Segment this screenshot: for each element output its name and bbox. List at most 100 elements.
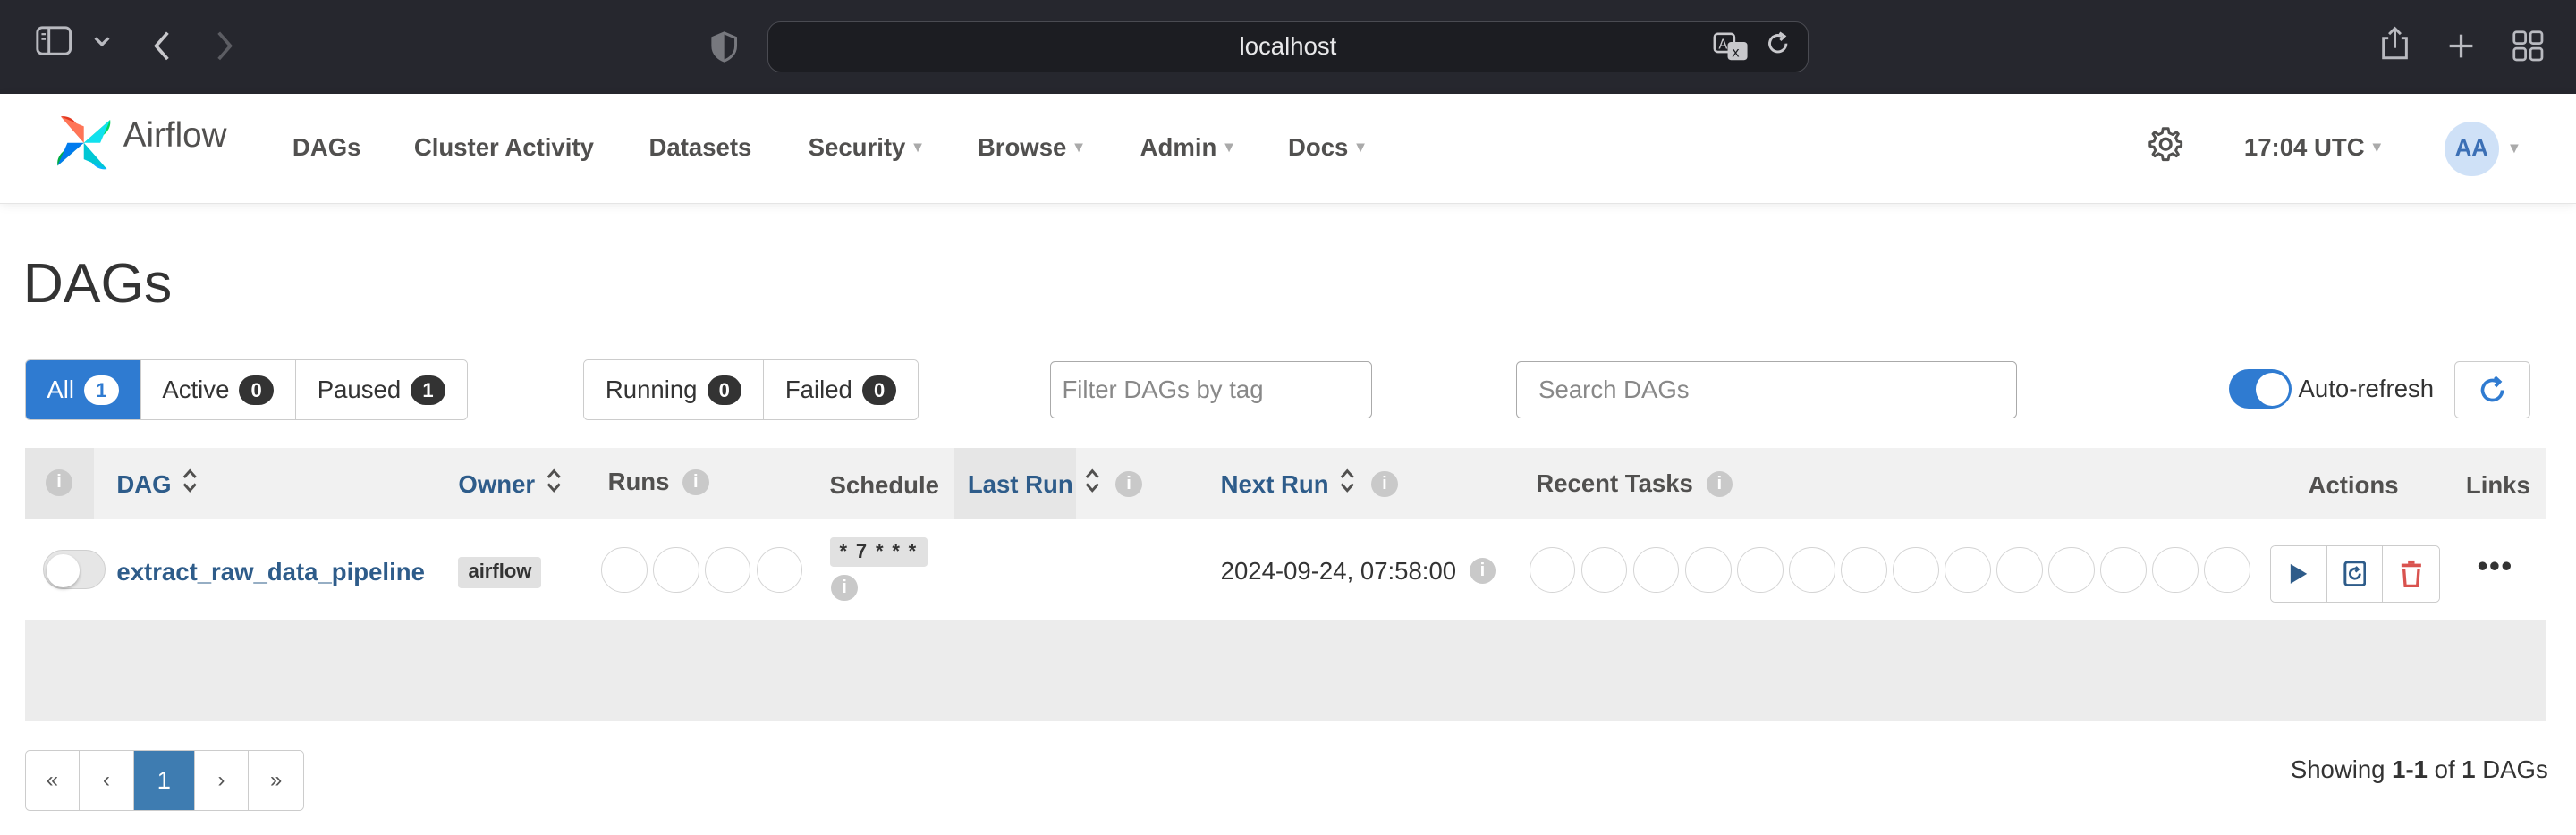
pagination: « ‹ 1 › » [24, 750, 304, 812]
chevron-down-icon[interactable] [92, 33, 112, 49]
page-prev-button[interactable]: ‹ [80, 751, 134, 811]
nav-cluster-activity[interactable]: Cluster Activity [414, 133, 594, 162]
info-icon[interactable]: i [682, 468, 709, 496]
task-status-circle[interactable] [1841, 546, 1887, 594]
trash-icon [2401, 561, 2421, 588]
refresh-file-icon [2343, 561, 2366, 587]
trigger-dag-button[interactable] [2271, 545, 2327, 603]
sort-icon [182, 468, 198, 500]
filter-paused-button[interactable]: Paused 1 [295, 360, 467, 420]
task-status-circle[interactable] [2204, 546, 2250, 594]
task-status-circle[interactable] [1996, 546, 2043, 594]
back-arrow-icon[interactable] [151, 30, 171, 63]
new-tab-icon[interactable] [2446, 31, 2476, 61]
filter-failed-button[interactable]: Failed 0 [763, 360, 919, 420]
header-owner[interactable]: Owner [458, 468, 561, 500]
avatar[interactable]: AA [2445, 121, 2499, 176]
header-next-run[interactable]: Next Run i [1221, 468, 1398, 500]
task-status-circle[interactable] [1633, 546, 1680, 594]
sidebar-toggle-icon[interactable] [36, 26, 72, 56]
sort-icon [1085, 468, 1100, 500]
page-title: DAGs [22, 252, 173, 315]
play-icon [2290, 563, 2308, 584]
caret-down-icon: ▼ [1071, 139, 1087, 156]
page-last-button[interactable]: » [249, 751, 303, 811]
owner-tag[interactable]: airflow [458, 556, 542, 588]
caret-down-icon: ▼ [1352, 139, 1368, 156]
forward-arrow-icon[interactable] [216, 30, 235, 63]
filter-running-button[interactable]: Running 0 [584, 360, 764, 420]
share-icon[interactable] [2380, 25, 2410, 61]
header-last-run[interactable]: Last Run i [968, 468, 1142, 500]
status-filter-group: All 1 Active 0 Paused 1 [24, 359, 468, 421]
tag-filter-input[interactable] [1049, 361, 1372, 419]
info-icon[interactable]: i [1371, 470, 1398, 498]
address-bar[interactable]: localhost Ax [767, 21, 1809, 72]
reload-icon[interactable] [1765, 30, 1791, 63]
autorefresh-toggle[interactable] [2229, 369, 2292, 409]
task-status-circle[interactable] [1529, 546, 1576, 594]
more-links-icon[interactable]: ••• [2478, 550, 2513, 584]
run-status-circle[interactable] [704, 546, 751, 594]
page-next-button[interactable]: › [194, 751, 250, 811]
actions-group [2270, 544, 2440, 603]
page-current-button[interactable]: 1 [133, 751, 195, 811]
dag-pause-toggle[interactable] [42, 550, 106, 590]
task-status-circle[interactable] [1893, 546, 1939, 594]
refresh-icon [2480, 375, 2504, 401]
search-dags-input[interactable] [1516, 361, 2018, 419]
run-status-circle[interactable] [601, 546, 648, 594]
nav-docs[interactable]: Docs ▼ [1288, 133, 1368, 162]
gear-icon[interactable] [2148, 126, 2183, 169]
info-icon[interactable]: i [1115, 470, 1142, 498]
url-text: localhost [1239, 32, 1337, 61]
next-run-value: 2024-09-24, 07:58:00 i [1221, 557, 1496, 586]
nav-admin[interactable]: Admin ▼ [1140, 133, 1237, 162]
task-status-circle[interactable] [1685, 546, 1732, 594]
nav-security[interactable]: Security ▼ [809, 133, 926, 162]
caret-down-icon: ▼ [910, 139, 926, 156]
translate-icon[interactable]: Ax [1713, 32, 1749, 68]
page-first-button[interactable]: « [25, 751, 80, 811]
schedule-badge[interactable]: * 7 * * * [829, 536, 928, 567]
filter-all-button[interactable]: All 1 [25, 360, 141, 420]
task-status-circle[interactable] [1737, 546, 1784, 594]
dags-table: i DAG Owner Runs i Schedule Last Run i Nex… [24, 448, 2546, 721]
airflow-logo[interactable]: Airflow [51, 110, 227, 175]
utc-clock[interactable]: 17:04 UTC ▼ [2244, 133, 2385, 162]
task-status-circle[interactable] [2152, 546, 2199, 594]
refresh-dag-button[interactable] [2326, 545, 2384, 603]
task-status-circle[interactable] [1945, 546, 1991, 594]
filter-active-button[interactable]: Active 0 [140, 360, 296, 420]
task-status-circle[interactable] [2100, 546, 2147, 594]
info-icon[interactable]: i [1469, 557, 1496, 585]
dag-name-link[interactable]: extract_raw_data_pipeline [116, 558, 425, 586]
run-status-circle[interactable] [653, 546, 699, 594]
nav-browse[interactable]: Browse ▼ [978, 133, 1086, 162]
run-status-circle[interactable] [756, 546, 803, 594]
refresh-button[interactable] [2454, 361, 2530, 419]
header-dag[interactable]: DAG [116, 468, 198, 500]
count-badge: 0 [707, 375, 742, 405]
delete-dag-button[interactable] [2383, 545, 2439, 603]
caret-down-icon: ▼ [2369, 139, 2385, 156]
svg-text:x: x [1732, 45, 1740, 60]
count-badge: 0 [239, 375, 274, 405]
caret-down-icon[interactable]: ▼ [2507, 139, 2521, 157]
tab-overview-icon[interactable] [2512, 30, 2545, 63]
header-links: Links [2465, 471, 2530, 500]
nav-datasets[interactable]: Datasets [648, 133, 751, 162]
showing-count: Showing 1-1 of 1 DAGs [2290, 755, 2548, 783]
privacy-shield-icon[interactable] [711, 31, 738, 63]
brand-text: Airflow [123, 116, 227, 156]
task-status-circle[interactable] [1789, 546, 1835, 594]
info-icon[interactable]: i [1706, 470, 1733, 497]
info-icon[interactable]: i [46, 469, 72, 496]
nav-dags[interactable]: DAGs [292, 133, 361, 162]
info-icon[interactable]: i [831, 574, 858, 602]
browser-toolbar: localhost Ax [0, 0, 2576, 94]
airflow-pinwheel-icon [57, 116, 111, 170]
task-status-circle[interactable] [2048, 546, 2095, 594]
table-header: i DAG Owner Runs i Schedule Last Run i Nex… [24, 448, 2546, 519]
task-status-circle[interactable] [1581, 546, 1628, 594]
